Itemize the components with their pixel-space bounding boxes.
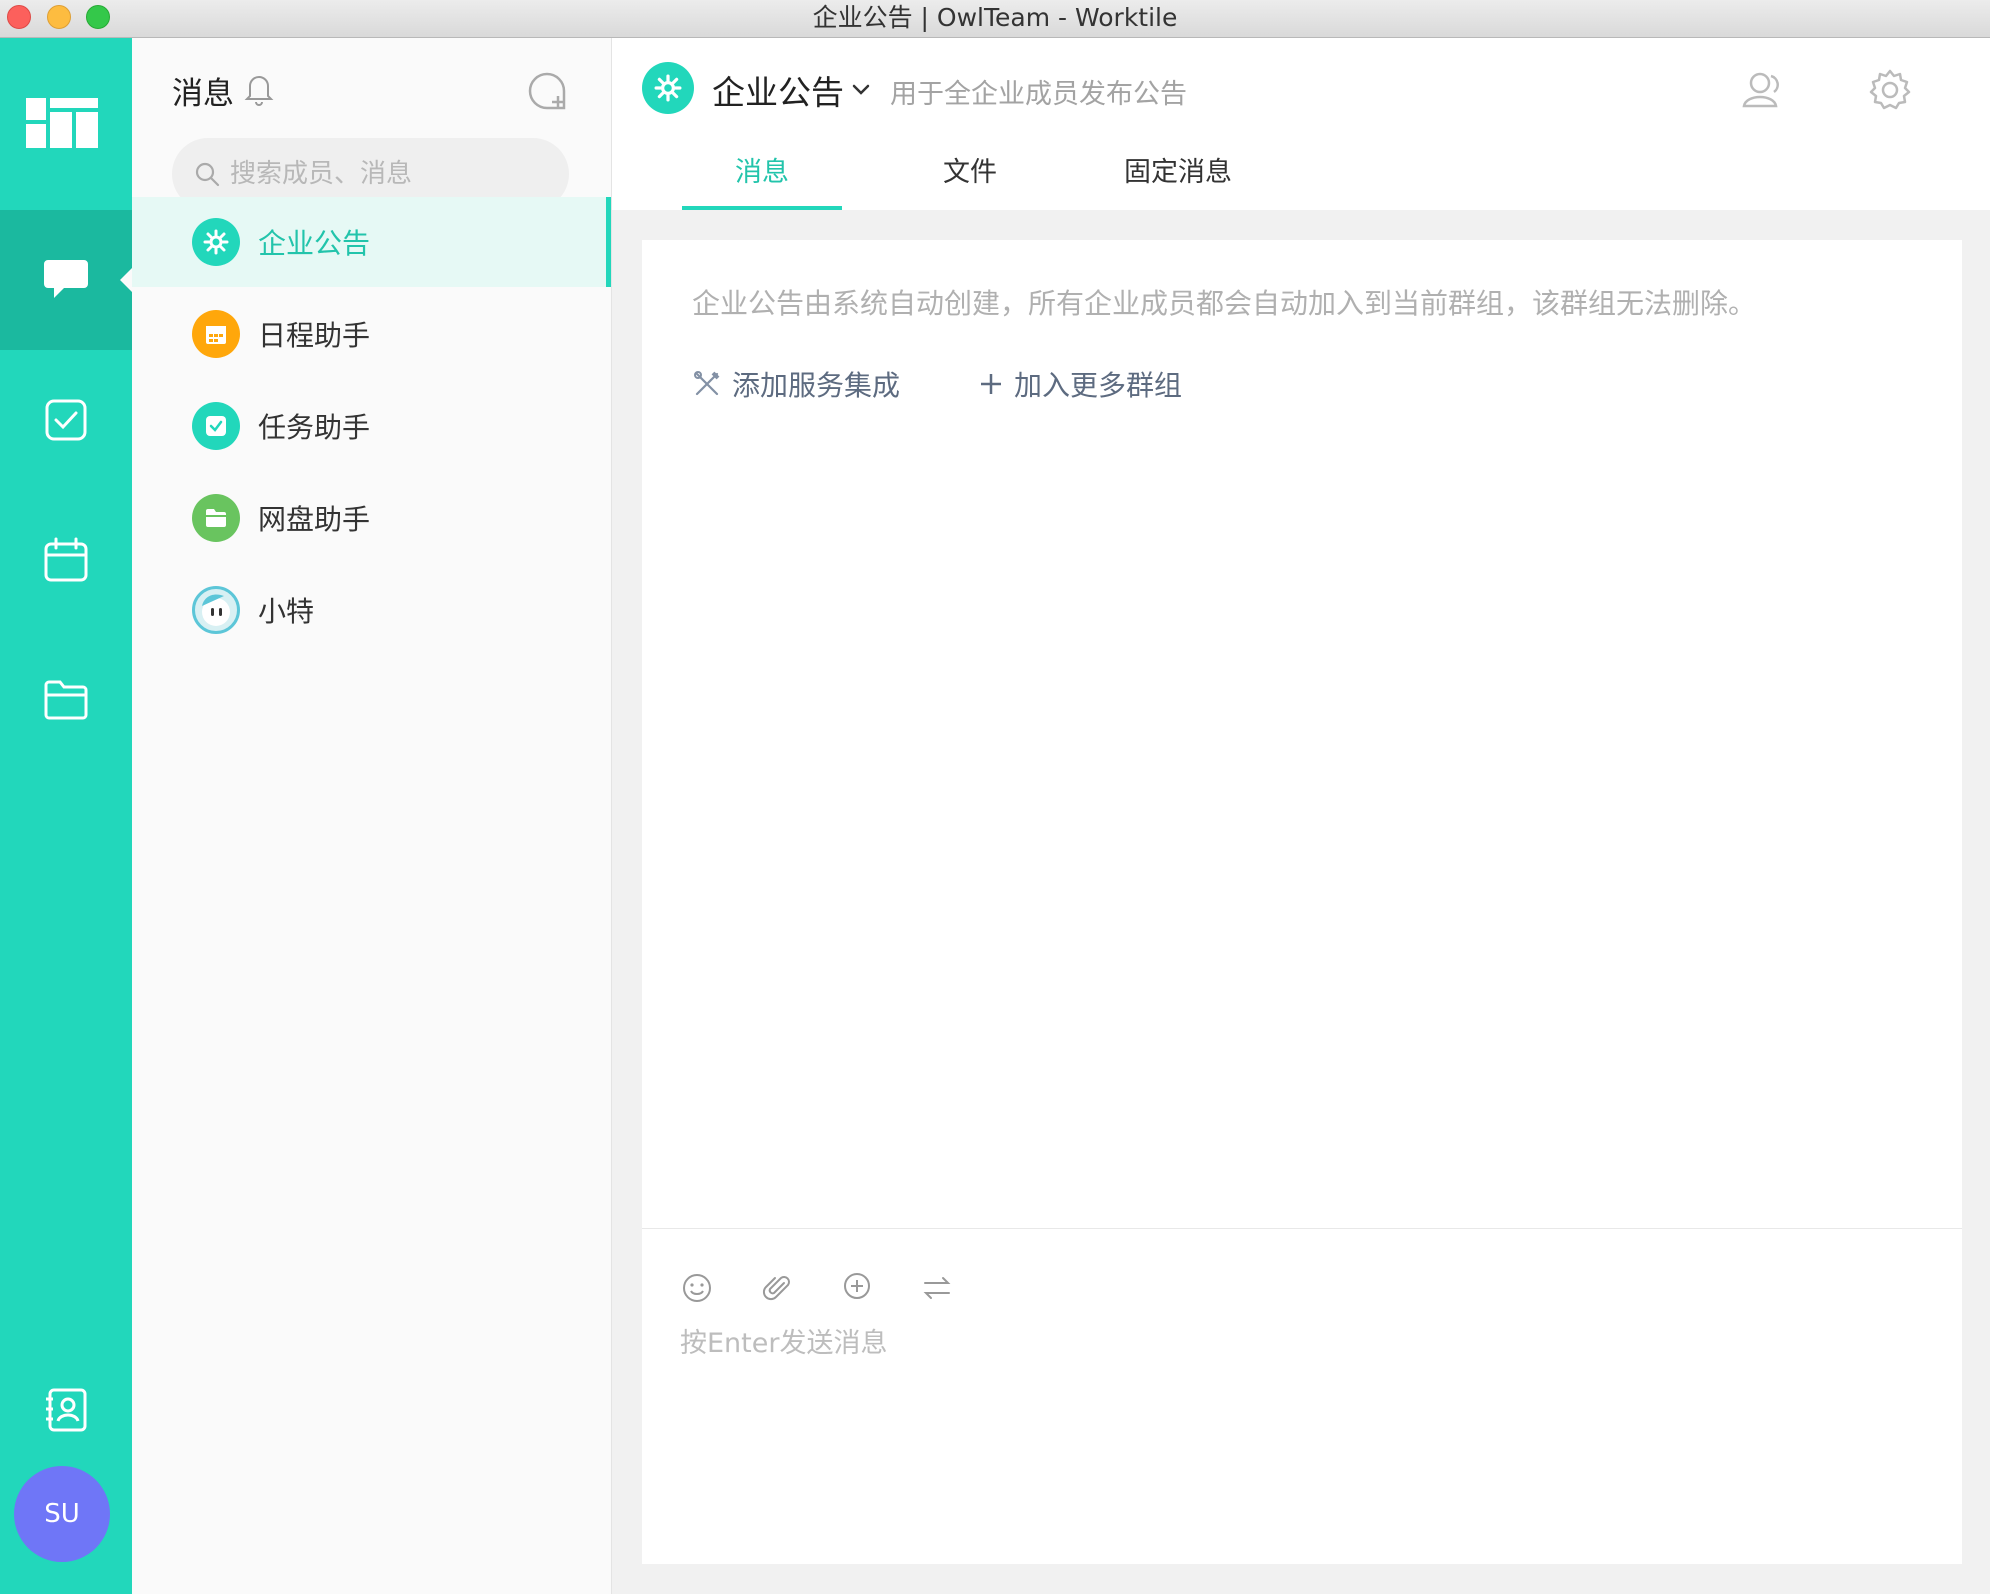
window-titlebar: 企业公告 | OwlTeam - Worktile: [0, 0, 1990, 38]
conversation-item-bot[interactable]: 小特: [132, 565, 611, 655]
search-input[interactable]: [230, 159, 550, 189]
channel-notice: 企业公告由系统自动创建，所有企业成员都会自动加入到当前群组，该群组无法删除。: [692, 287, 1757, 320]
conversation-label: 网盘助手: [258, 503, 371, 536]
conversation-label: 企业公告: [258, 227, 371, 260]
dashboard-logo-icon[interactable]: [26, 98, 98, 148]
attachment-icon[interactable]: [760, 1271, 794, 1305]
emoji-icon[interactable]: [680, 1271, 714, 1305]
message-input[interactable]: [680, 1321, 1920, 1521]
folder-icon: [192, 494, 240, 542]
channel-header: 企业公告 用于全企业成员发布公告 消息 文件 固定消息: [612, 38, 1990, 210]
window-title: 企业公告 | OwlTeam - Worktile: [812, 3, 1178, 32]
channel-name[interactable]: 企业公告: [712, 66, 844, 114]
robot-avatar-icon: [192, 586, 240, 634]
tab-pinned[interactable]: 固定消息: [1098, 150, 1258, 210]
rail-messages[interactable]: [0, 210, 132, 350]
calendar-icon: [44, 537, 88, 582]
message-area: 企业公告由系统自动创建，所有企业成员都会自动加入到当前群组，该群组无法删除。 添…: [642, 240, 1962, 1228]
conversation-item-schedule[interactable]: 日程助手: [132, 289, 611, 379]
conversation-item-drive[interactable]: 网盘助手: [132, 473, 611, 563]
tab-files[interactable]: 文件: [890, 150, 1050, 210]
bell-icon[interactable]: [244, 72, 274, 106]
search-icon: [195, 162, 220, 187]
conversation-list-panel: 消息 企业公告: [132, 38, 612, 1594]
conversation-label: 日程助手: [258, 319, 371, 352]
folder-icon: [44, 680, 88, 720]
channel-description: 用于全企业成员发布公告: [890, 79, 1187, 110]
message-composer: [642, 1228, 1962, 1564]
calendar-icon: [192, 310, 240, 358]
add-integration-button[interactable]: 添加服务集成: [692, 364, 900, 404]
contacts-icon: [46, 1388, 87, 1432]
members-icon[interactable]: [1740, 68, 1784, 112]
tools-icon: [694, 371, 720, 396]
join-groups-button[interactable]: 加入更多群组: [978, 364, 1182, 404]
conversation-label: 任务助手: [258, 411, 371, 444]
chevron-down-icon[interactable]: [850, 78, 872, 100]
channel-gear-icon: [642, 62, 694, 114]
swap-icon[interactable]: [920, 1271, 954, 1305]
rail-files[interactable]: [0, 630, 132, 770]
conversation-label: 小特: [258, 595, 315, 628]
checkbox-icon: [45, 399, 87, 441]
add-integration-label: 添加服务集成: [732, 369, 901, 402]
gear-icon: [192, 218, 240, 266]
conversation-item-tasks[interactable]: 任务助手: [132, 381, 611, 471]
checkbox-icon: [192, 402, 240, 450]
tab-messages[interactable]: 消息: [682, 150, 842, 210]
new-chat-icon[interactable]: [526, 70, 568, 112]
plus-circle-icon[interactable]: [840, 1271, 874, 1305]
chat-main: 企业公告 用于全企业成员发布公告 消息 文件 固定消息 企业公告由系统自动创建，…: [612, 38, 1990, 1594]
settings-gear-icon[interactable]: [1868, 68, 1912, 112]
chat-bubble-icon: [44, 260, 88, 298]
plus-icon: [981, 374, 1001, 394]
rail-calendar[interactable]: [0, 490, 132, 630]
app-rail: SU: [0, 38, 132, 1594]
rail-contacts[interactable]: [0, 1340, 132, 1480]
user-avatar[interactable]: SU: [14, 1466, 110, 1562]
conversation-item-announcement[interactable]: 企业公告: [132, 197, 611, 287]
list-title: 消息: [172, 76, 234, 112]
rail-tasks[interactable]: [0, 350, 132, 490]
join-groups-label: 加入更多群组: [1014, 369, 1183, 402]
